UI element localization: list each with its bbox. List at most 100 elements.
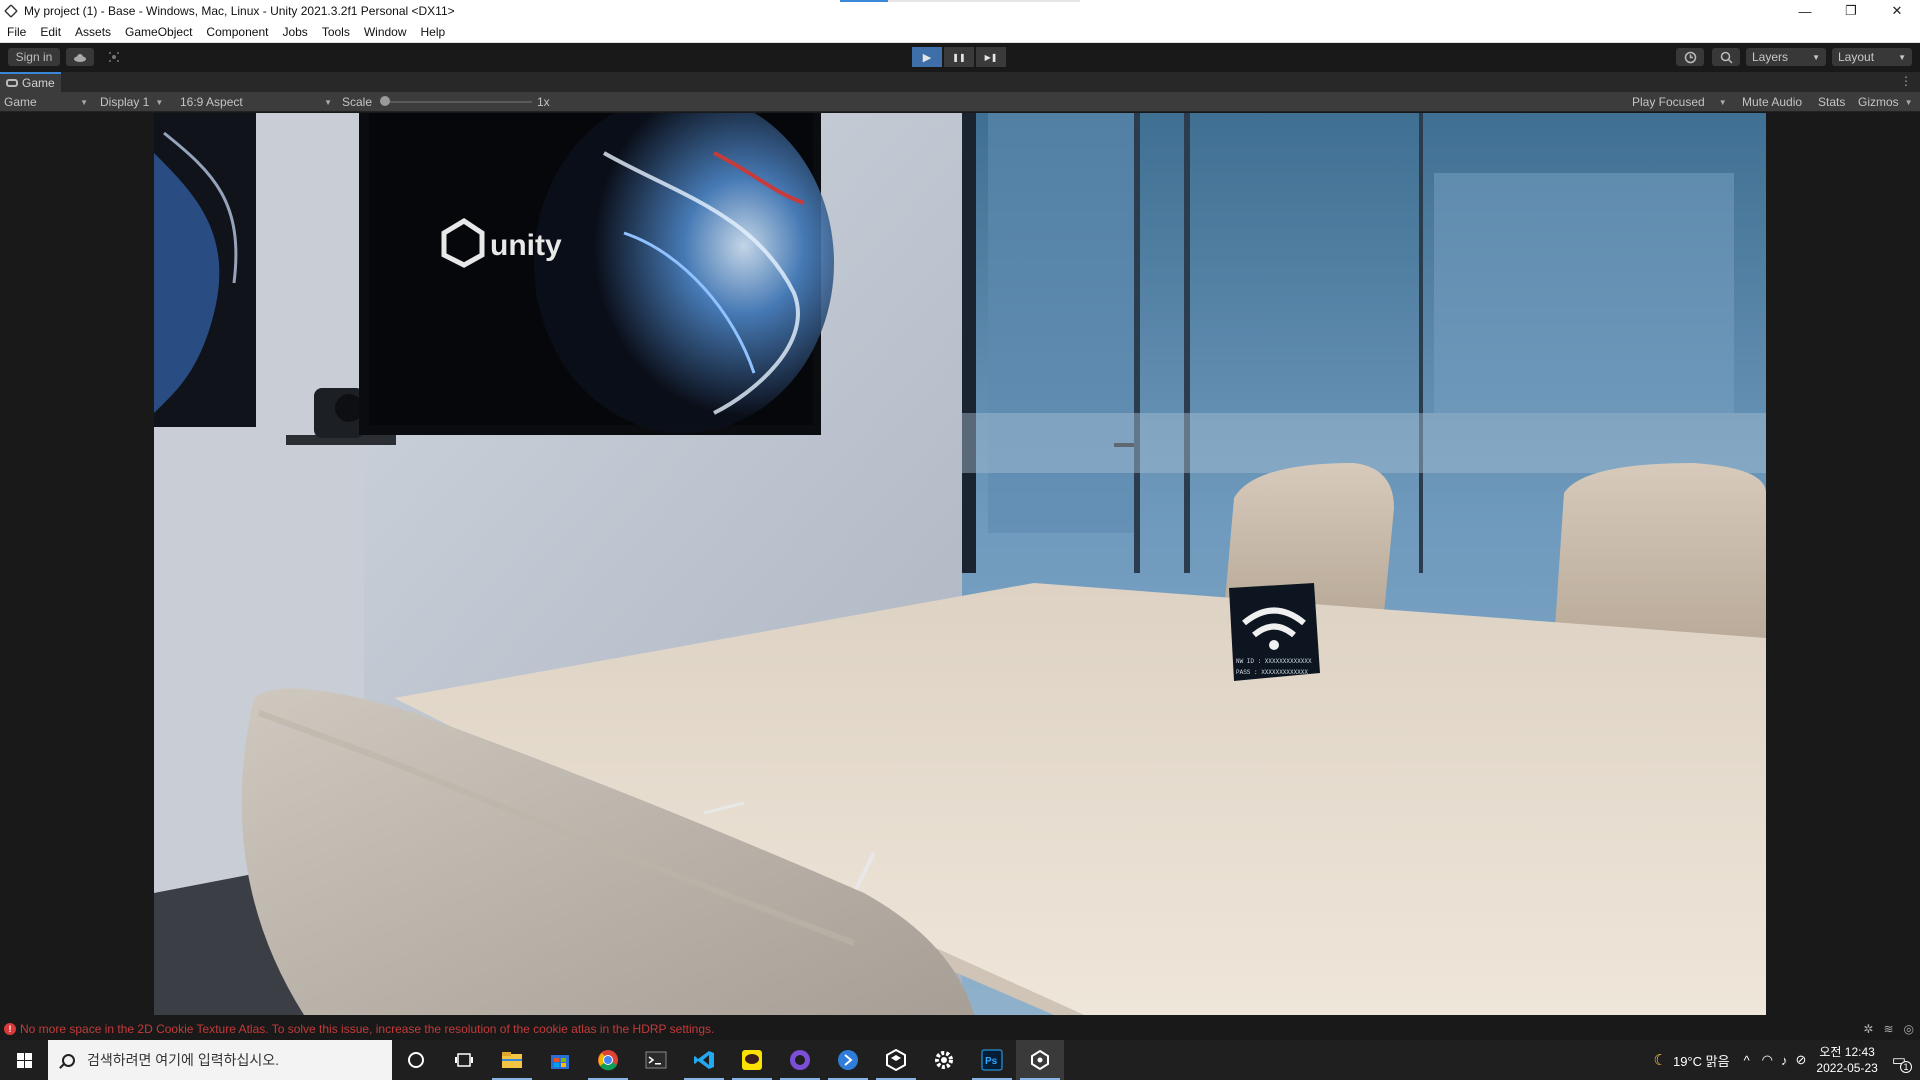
gizmos-label: Gizmos xyxy=(1858,95,1899,109)
status-bar: ! No more space in the 2D Cookie Texture… xyxy=(0,1019,1920,1039)
menu-file[interactable]: File xyxy=(0,25,33,39)
taskbar-search-box[interactable]: 검색하려면 여기에 입력하십시오. xyxy=(48,1040,392,1080)
view-dropdown[interactable]: Game ▼ xyxy=(4,92,88,112)
gamepad-icon xyxy=(6,79,18,87)
windows-taskbar: 검색하려면 여기에 입력하십시오. Ps ☾ 19°C 맑음 ^ ◠ ♪ ⊘ 오… xyxy=(0,1040,1920,1080)
pause-button[interactable]: ❚❚ xyxy=(944,47,974,67)
title-progress-indicator xyxy=(840,0,1080,2)
meeting-room-scene: unity NW ID : XXXXXXXXXXXXX PASS : XXXXX… xyxy=(154,113,1766,1015)
layers-stack-icon[interactable]: ≋ xyxy=(1883,1022,1893,1036)
scale-value: 1x xyxy=(537,95,550,109)
unity-app-icon xyxy=(4,4,18,18)
sourcetree-icon xyxy=(838,1050,858,1070)
menu-bar: File Edit Assets GameObject Component Jo… xyxy=(0,22,1920,43)
unity-hub-button[interactable] xyxy=(872,1040,920,1080)
cloud-icon xyxy=(74,53,86,62)
tab-game-label: Game xyxy=(22,76,55,90)
menu-component[interactable]: Component xyxy=(199,25,275,39)
store-icon xyxy=(551,1055,569,1069)
search-button[interactable] xyxy=(1712,48,1740,66)
menu-assets[interactable]: Assets xyxy=(68,25,118,39)
search-icon xyxy=(62,1053,75,1067)
sourcetree-button[interactable] xyxy=(824,1040,872,1080)
menu-window[interactable]: Window xyxy=(357,25,414,39)
step-button[interactable]: ▶❚ xyxy=(976,47,1006,67)
kakaotalk-button[interactable] xyxy=(728,1040,776,1080)
play-mode-label: Play Focused xyxy=(1632,95,1705,109)
minimize-button[interactable]: — xyxy=(1782,0,1828,22)
chevron-down-icon: ▼ xyxy=(80,97,88,107)
layers-dropdown[interactable]: Layers ▼ xyxy=(1746,48,1826,66)
notification-center-icon[interactable]: ▭ 1 xyxy=(1892,1051,1912,1073)
volume-icon[interactable]: ♪ xyxy=(1781,1053,1788,1068)
play-mode-dropdown[interactable]: Play Focused ▼ xyxy=(1632,92,1727,112)
svg-text:Ps: Ps xyxy=(985,1056,998,1067)
unity-editor-button[interactable] xyxy=(1016,1040,1064,1080)
history-button[interactable] xyxy=(1676,48,1704,66)
file-explorer-button[interactable] xyxy=(488,1040,536,1080)
chevron-down-icon: ▼ xyxy=(324,97,332,107)
vscode-button[interactable] xyxy=(680,1040,728,1080)
system-tray: ☾ 19°C 맑음 ^ ◠ ♪ ⊘ 오전 12:43 2022-05-23 ▭ 1 xyxy=(1654,1040,1920,1080)
notification-count-badge: 1 xyxy=(1900,1061,1912,1073)
scale-label: Scale xyxy=(342,95,373,109)
gizmos-dropdown[interactable]: Gizmos ▼ xyxy=(1858,92,1913,112)
show-hidden-icons-chevron-icon[interactable]: ^ xyxy=(1744,1053,1750,1068)
clock-date: 2022-05-23 xyxy=(1816,1061,1878,1075)
cortana-icon xyxy=(408,1052,424,1068)
chevron-down-icon: ▼ xyxy=(1718,97,1727,107)
menu-gameobject[interactable]: GameObject xyxy=(118,25,199,39)
scale-slider-handle[interactable] xyxy=(380,96,390,106)
vscode-icon xyxy=(694,1051,714,1069)
cloud-button[interactable] xyxy=(66,48,94,66)
display-dropdown[interactable]: Display 1 ▼ xyxy=(100,92,163,112)
network-disabled-icon[interactable]: ⊘ xyxy=(1796,1052,1807,1068)
photoshop-button[interactable]: Ps xyxy=(968,1040,1016,1080)
debug-bug-icon[interactable]: ✲ xyxy=(1863,1022,1873,1036)
settings-icon xyxy=(935,1051,953,1069)
task-view-button[interactable] xyxy=(440,1040,488,1080)
clock-time: 오전 12:43 xyxy=(1819,1045,1875,1059)
console-error-message[interactable]: No more space in the 2D Cookie Texture A… xyxy=(20,1022,714,1036)
wifi-icon[interactable]: ◠ xyxy=(1762,1052,1773,1068)
error-icon: ! xyxy=(4,1023,16,1035)
close-button[interactable]: ✕ xyxy=(1874,0,1920,22)
cortana-button[interactable] xyxy=(392,1040,440,1080)
collab-icon xyxy=(109,52,119,62)
menu-tools[interactable]: Tools xyxy=(315,25,357,39)
start-button[interactable] xyxy=(0,1040,48,1080)
collab-button[interactable] xyxy=(100,48,128,66)
layout-dropdown[interactable]: Layout ▼ xyxy=(1832,48,1912,66)
tab-game[interactable]: Game xyxy=(0,72,61,92)
sign-in-button[interactable]: Sign in xyxy=(8,48,60,66)
weather-text[interactable]: 19°C 맑음 xyxy=(1673,1051,1730,1070)
menu-edit[interactable]: Edit xyxy=(33,25,68,39)
layers-label: Layers xyxy=(1752,50,1789,64)
search-icon xyxy=(1720,51,1733,64)
display-label: Display 1 xyxy=(100,95,150,109)
chevron-down-icon: ▼ xyxy=(155,97,164,107)
restore-button[interactable]: ❐ xyxy=(1828,0,1874,22)
game-view-toolbar: Game ▼ Display 1 ▼ 16:9 Aspect ▼ Scale 1… xyxy=(0,92,1920,112)
aspect-dropdown[interactable]: 16:9 Aspect ▼ xyxy=(180,92,332,112)
chrome-button[interactable] xyxy=(584,1040,632,1080)
taskbar-clock[interactable]: 오전 12:43 2022-05-23 xyxy=(1816,1044,1877,1076)
wifi-sign-network-text: NW ID : XXXXXXXXXXXXX xyxy=(1236,658,1312,665)
terminal-icon xyxy=(645,1051,667,1069)
wifi-sign-password-text: PASS : XXXXXXXXXXXXX xyxy=(1236,669,1308,676)
history-icon xyxy=(1684,51,1696,63)
store-button[interactable] xyxy=(536,1040,584,1080)
scale-slider[interactable] xyxy=(384,101,532,103)
menu-help[interactable]: Help xyxy=(414,25,453,39)
settings-button[interactable] xyxy=(920,1040,968,1080)
more-options-icon[interactable]: ⋮ xyxy=(1900,74,1912,88)
play-button[interactable]: ▶ xyxy=(912,47,942,67)
mute-audio-toggle[interactable]: Mute Audio xyxy=(1742,92,1802,112)
view-label: Game xyxy=(4,95,37,109)
stats-toggle[interactable]: Stats xyxy=(1818,92,1845,112)
terminal-button[interactable] xyxy=(632,1040,680,1080)
progress-check-icon[interactable]: ◎ xyxy=(1904,1022,1914,1036)
game-view-render[interactable]: unity NW ID : XXXXXXXXXXXXX PASS : XXXXX… xyxy=(154,113,1766,1015)
github-desktop-button[interactable] xyxy=(776,1040,824,1080)
menu-jobs[interactable]: Jobs xyxy=(275,25,314,39)
